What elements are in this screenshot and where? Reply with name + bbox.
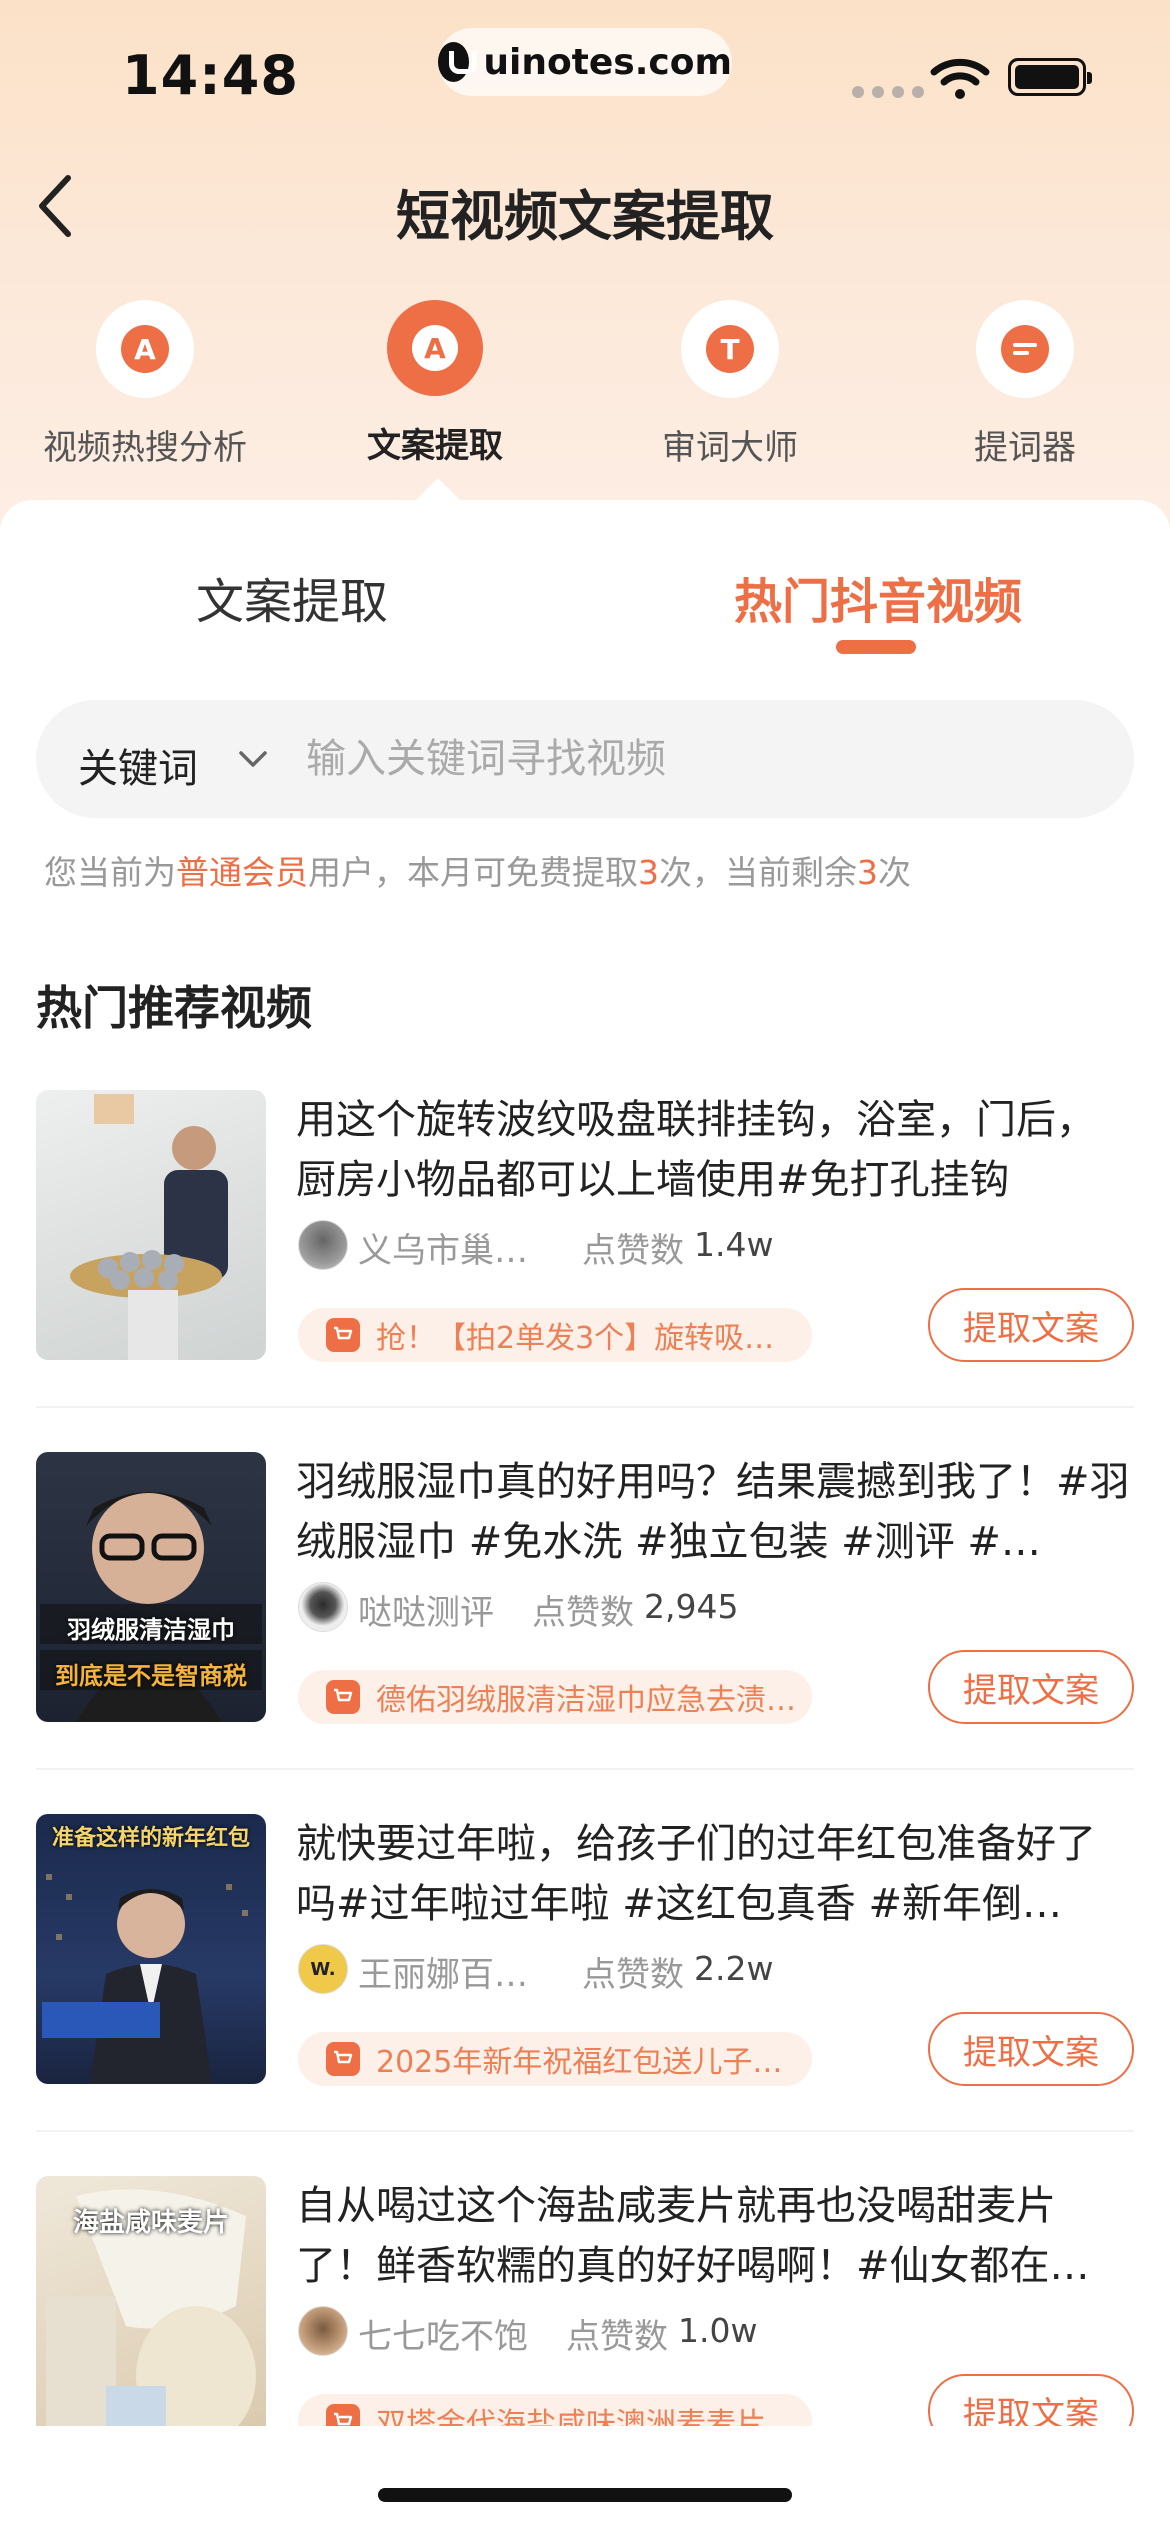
author-name: 王丽娜百… [358, 1955, 528, 1995]
tool-word-review[interactable]: T 审词大师 [585, 300, 875, 469]
video-title[interactable]: 自从喝过这个海盐咸麦片就再也没喝甜麦片了！鲜香软糯的真的好好喝啊！#仙女都在… [296, 2176, 1134, 2296]
video-thumbnail[interactable]: 海盐咸味麦片 [36, 2176, 266, 2446]
url-pill[interactable]: uinotes.com [438, 28, 732, 96]
prompter-icon [1001, 325, 1049, 373]
search-bar: 关键词 [36, 700, 1134, 818]
author-avatar [298, 1220, 348, 1270]
extract-text-button[interactable]: 提取文案 [928, 2012, 1134, 2086]
likes-count: 2,945 [644, 1587, 739, 1626]
author-avatar: W. [298, 1944, 348, 1994]
page-title: 短视频文案提取 [396, 185, 774, 248]
product-name: 德佑羽绒服清洁湿巾应急去渍… [376, 1683, 796, 1718]
divider [36, 1768, 1134, 1770]
likes-count: 2.2w [694, 1949, 774, 1988]
author-avatar [298, 1582, 348, 1632]
author-avatar [298, 2306, 348, 2356]
member-quota-text: 您当前为普通会员用户，本月可免费提取3次，当前剩余3次 [44, 853, 911, 892]
product-name: 2025年新年祝福红包送儿子… [376, 2045, 783, 2080]
likes-label: 点赞数 [532, 1593, 634, 1633]
chevron-down-icon[interactable] [236, 742, 270, 776]
shopping-cart-icon [326, 1318, 360, 1352]
product-name: 抢！【拍2单发3个】旋转吸… [376, 1321, 775, 1356]
product-link[interactable]: 德佑羽绒服清洁湿巾应急去渍… [298, 1670, 812, 1724]
shopping-cart-icon [326, 1680, 360, 1714]
thumbnail-caption: 海盐咸味麦片 [72, 2208, 229, 2238]
divider [36, 2130, 1134, 2132]
member-type-link[interactable]: 普通会员 [176, 853, 308, 892]
tool-text-extract[interactable]: A 文案提取 [290, 300, 580, 467]
likes-label: 点赞数 [566, 2317, 668, 2357]
battery-icon [1008, 58, 1092, 96]
status-time: 14:48 [122, 44, 299, 107]
product-link[interactable]: 2025年新年祝福红包送儿子… [298, 2032, 812, 2086]
tool-teleprompter[interactable]: 提词器 [880, 300, 1170, 469]
wifi-icon [930, 58, 990, 99]
home-indicator[interactable] [378, 2488, 792, 2502]
section-title: 热门推荐视频 [36, 981, 312, 1035]
video-title[interactable]: 用这个旋转波纹吸盘联排挂钩，浴室，门后，厨房小物品都可以上墙使用#免打孔挂钩 [296, 1090, 1134, 1210]
divider [36, 1406, 1134, 1408]
bottom-safe-area [0, 2426, 1170, 2532]
author-name: 七七吃不饱 [358, 2317, 528, 2357]
video-thumbnail[interactable] [36, 1090, 266, 1360]
search-input[interactable] [306, 724, 1086, 794]
tab-text-extract[interactable]: 文案提取 [196, 562, 388, 632]
video-thumbnail[interactable]: 羽绒服清洁湿巾 到底是不是智商税 [36, 1452, 266, 1722]
likes-label: 点赞数 [582, 1955, 684, 1995]
tool-label: 文案提取 [367, 426, 503, 466]
thumbnail-caption: 准备这样的新年红包 [51, 1826, 250, 1851]
keyword-filter-dropdown[interactable]: 关键词 [78, 736, 198, 794]
text-a-icon: A [412, 325, 458, 371]
extract-text-button[interactable]: 提取文案 [928, 1650, 1134, 1724]
flame-icon: A [121, 325, 169, 373]
video-list-item[interactable]: 羽绒服清洁湿巾 到底是不是智商税 羽绒服湿巾真的好用吗？结果震撼到我了！#羽绒服… [0, 1452, 1170, 1816]
author-name: 哒哒测评 [358, 1593, 494, 1633]
thumbnail-caption: 羽绒服清洁湿巾 [67, 1616, 235, 1644]
tool-label: 审词大师 [662, 428, 798, 468]
thumbnail-caption: 到底是不是智商税 [55, 1662, 247, 1690]
video-list-item[interactable]: 用这个旋转波纹吸盘联排挂钩，浴室，门后，厨房小物品都可以上墙使用#免打孔挂钩 义… [0, 1090, 1170, 1454]
likes-count: 1.0w [678, 2311, 758, 2350]
text-t-icon: T [706, 325, 754, 373]
tab-active-indicator [836, 640, 916, 654]
video-title[interactable]: 就快要过年啦，给孩子们的过年红包准备好了吗#过年啦过年啦 #这红包真香 #新年倒… [296, 1814, 1134, 1934]
tool-label: 提词器 [974, 428, 1076, 468]
extract-text-button[interactable]: 提取文案 [928, 1288, 1134, 1362]
author-name: 义乌市巢… [358, 1231, 528, 1271]
site-logo-icon [438, 42, 478, 82]
likes-label: 点赞数 [582, 1231, 684, 1271]
tab-hot-douyin-videos[interactable]: 热门抖音视频 [734, 562, 1022, 632]
tool-hot-search-analysis[interactable]: A 视频热搜分析 [0, 300, 290, 469]
cellular-signal-icon [852, 86, 924, 98]
likes-count: 1.4w [694, 1225, 774, 1264]
tool-label: 视频热搜分析 [43, 428, 247, 468]
video-list-item[interactable]: 准备这样的新年红包 就快要过年啦，给孩子们的过年红包准备好了吗#过年啦过年啦 #… [0, 1814, 1170, 2178]
product-link[interactable]: 抢！【拍2单发3个】旋转吸… [298, 1308, 812, 1362]
video-thumbnail[interactable]: 准备这样的新年红包 [36, 1814, 266, 2084]
video-title[interactable]: 羽绒服湿巾真的好用吗？结果震撼到我了！#羽绒服湿巾 #免水洗 #独立包装 #测评… [296, 1452, 1134, 1572]
active-tool-pointer [414, 478, 462, 502]
url-text: uinotes.com [483, 41, 732, 83]
shopping-cart-icon [326, 2042, 360, 2076]
tool-row: A 视频热搜分析 A 文案提取 T 审词大师 提词器 [0, 300, 1170, 470]
